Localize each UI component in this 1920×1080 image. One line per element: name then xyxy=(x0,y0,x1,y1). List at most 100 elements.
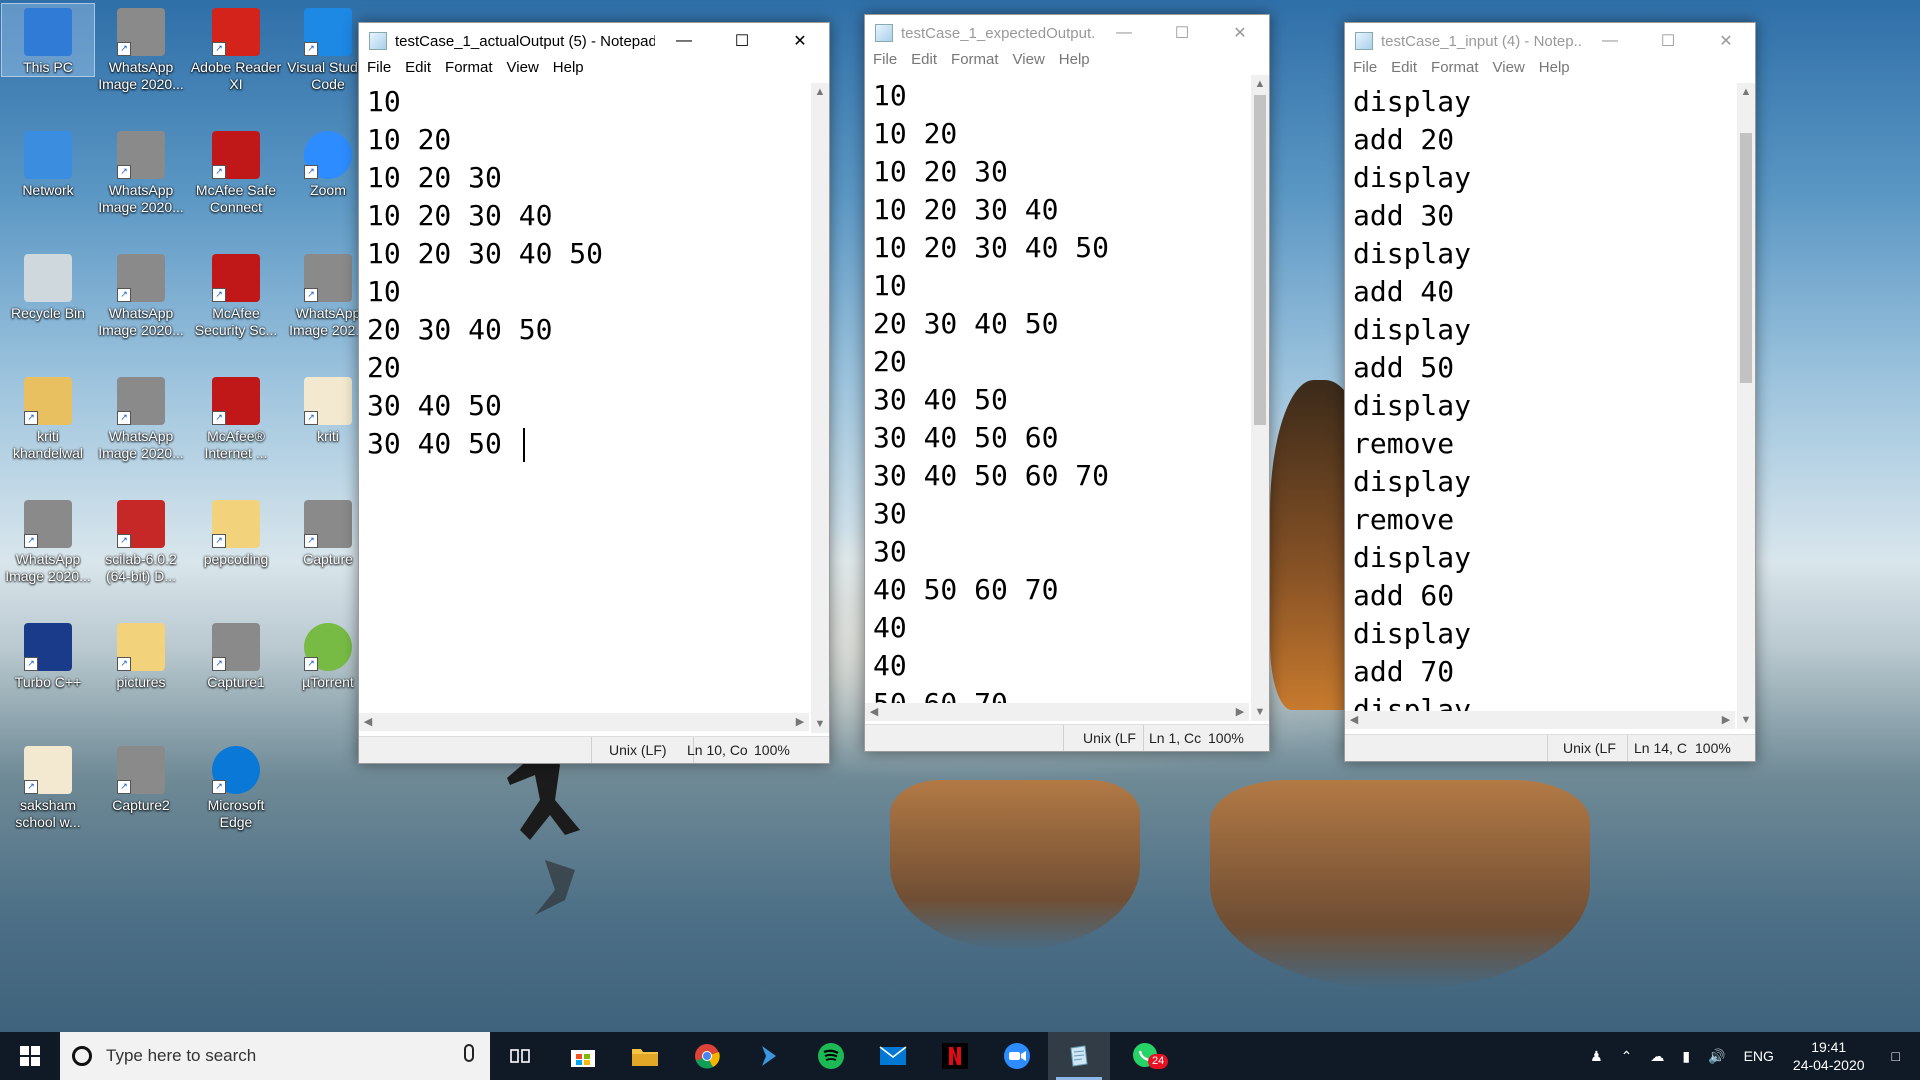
scroll-down-arrow-icon[interactable]: ▼ xyxy=(1251,703,1269,721)
desktop-icon[interactable]: ↗ scilab-6.0.2 (64-bit) D... xyxy=(95,496,187,585)
desktop-icon-label: This PC xyxy=(23,59,73,75)
close-button[interactable]: ✕ xyxy=(771,23,829,59)
horizontal-scrollbar[interactable]: ◀ ▶ xyxy=(865,703,1249,721)
microsoft-store-icon[interactable] xyxy=(552,1032,614,1080)
horizontal-scrollbar[interactable]: ◀ ▶ xyxy=(359,713,809,731)
minimize-button[interactable]: — xyxy=(655,23,713,59)
menu-file[interactable]: File xyxy=(361,59,399,81)
desktop-icon[interactable]: ↗ WhatsApp Image 2020... xyxy=(95,373,187,462)
action-center-icon[interactable]: □ xyxy=(1892,1048,1900,1064)
menu-edit[interactable]: Edit xyxy=(905,51,945,73)
maximize-button[interactable]: ☐ xyxy=(1639,23,1697,59)
desktop-icon[interactable]: ↗ WhatsApp Image 2020... xyxy=(95,127,187,216)
scroll-up-arrow-icon[interactable]: ▲ xyxy=(811,83,829,101)
horizontal-scrollbar[interactable]: ◀ ▶ xyxy=(1345,711,1735,729)
task-view-icon[interactable] xyxy=(490,1032,552,1080)
notepad-icon[interactable] xyxy=(1048,1032,1110,1080)
vertical-scrollbar[interactable]: ▲ ▼ xyxy=(1251,75,1269,721)
scroll-down-arrow-icon[interactable]: ▼ xyxy=(1737,711,1755,729)
title-bar[interactable]: testCase_1_actualOutput (5) - Notepad — … xyxy=(359,23,829,59)
menu-format[interactable]: Format xyxy=(1425,59,1487,81)
menu-view[interactable]: View xyxy=(1007,51,1053,73)
scrollbar-thumb[interactable] xyxy=(1740,133,1752,383)
taskbar-search-box[interactable]: Type here to search xyxy=(60,1032,490,1080)
text-editor[interactable]: display add 20 display add 30 display add 40 d… xyxy=(1345,83,1735,713)
taskbar: Type here to search 24 ♟ ⌃ ☁ ▮ 🔊 ENG 19:… xyxy=(0,1032,1920,1080)
desktop-icon[interactable]: ↗ McAfee® Internet ... xyxy=(190,373,282,462)
desktop-icon[interactable]: ↗ Capture1 xyxy=(190,619,282,691)
desktop-icon[interactable]: This PC xyxy=(1,3,95,77)
scroll-down-arrow-icon[interactable]: ▼ xyxy=(811,715,829,733)
minimize-button[interactable]: — xyxy=(1095,15,1153,51)
title-bar[interactable]: testCase_1_input (4) - Notep... — ☐ ✕ xyxy=(1345,23,1755,59)
desktop-icon[interactable]: ↗ WhatsApp Image 2020... xyxy=(2,496,94,585)
scrollbar-thumb[interactable] xyxy=(1254,95,1266,425)
menu-view[interactable]: View xyxy=(1487,59,1533,81)
whatsapp-icon[interactable]: 24 xyxy=(1110,1032,1182,1080)
microphone-icon[interactable] xyxy=(464,1044,474,1062)
scroll-left-arrow-icon[interactable]: ◀ xyxy=(865,703,883,721)
minimize-button[interactable]: — xyxy=(1581,23,1639,59)
vertical-scrollbar[interactable]: ▲ ▼ xyxy=(811,83,829,733)
menu-help[interactable]: Help xyxy=(547,59,592,81)
desktop-icon[interactable]: ↗ WhatsApp Image 2020... xyxy=(95,250,187,339)
text-editor[interactable]: 10 10 20 10 20 30 10 20 30 40 10 20 30 40 50… xyxy=(865,77,1249,717)
desktop-icon[interactable]: Recycle Bin xyxy=(2,250,94,322)
vertical-scrollbar[interactable]: ▲ ▼ xyxy=(1737,83,1755,729)
notepad-window-actual-output[interactable]: testCase_1_actualOutput (5) - Notepad — … xyxy=(358,22,830,764)
netflix-icon[interactable] xyxy=(924,1032,986,1080)
notepad-window-expected-output[interactable]: testCase_1_expectedOutput... — ☐ ✕ File … xyxy=(864,14,1270,752)
menu-edit[interactable]: Edit xyxy=(1385,59,1425,81)
scroll-right-arrow-icon[interactable]: ▶ xyxy=(791,713,809,731)
desktop-icon[interactable]: ↗ pepcoding xyxy=(190,496,282,568)
desktop-icon[interactable]: ↗ Turbo C++ xyxy=(2,619,94,691)
scroll-left-arrow-icon[interactable]: ◀ xyxy=(359,713,377,731)
scroll-up-arrow-icon[interactable]: ▲ xyxy=(1251,75,1269,93)
maximize-button[interactable]: ☐ xyxy=(1153,15,1211,51)
menu-format[interactable]: Format xyxy=(945,51,1007,73)
clock[interactable]: 19:41 24-04-2020 xyxy=(1793,1038,1865,1074)
desktop-icon[interactable]: ↗ Capture2 xyxy=(95,742,187,814)
onedrive-cloud-icon[interactable]: ☁ xyxy=(1650,1048,1664,1065)
close-button[interactable]: ✕ xyxy=(1697,23,1755,59)
desktop-icon[interactable]: ↗ Adobe Reader XI xyxy=(190,4,282,93)
chevron-up-icon[interactable]: ⌃ xyxy=(1621,1048,1633,1065)
battery-icon[interactable]: ▮ xyxy=(1682,1048,1690,1065)
scroll-right-arrow-icon[interactable]: ▶ xyxy=(1717,711,1735,729)
text-line: 20 xyxy=(873,345,907,378)
desktop-icon[interactable]: Network xyxy=(2,127,94,199)
maximize-button[interactable]: ☐ xyxy=(713,23,771,59)
start-button[interactable] xyxy=(0,1032,60,1080)
language-indicator[interactable]: ENG xyxy=(1744,1048,1774,1064)
scroll-up-arrow-icon[interactable]: ▲ xyxy=(1737,83,1755,101)
desktop-icon[interactable]: ↗ saksham school w... xyxy=(2,742,94,831)
menu-help[interactable]: Help xyxy=(1533,59,1578,81)
menu-edit[interactable]: Edit xyxy=(399,59,439,81)
desktop-icon[interactable]: ↗ McAfee Safe Connect xyxy=(190,127,282,216)
title-bar[interactable]: testCase_1_expectedOutput... — ☐ ✕ xyxy=(865,15,1269,51)
menu-file[interactable]: File xyxy=(1347,59,1385,81)
menu-format[interactable]: Format xyxy=(439,59,501,81)
menu-file[interactable]: File xyxy=(867,51,905,73)
people-icon[interactable]: ♟ xyxy=(1590,1048,1603,1065)
scroll-right-arrow-icon[interactable]: ▶ xyxy=(1231,703,1249,721)
visual-studio-icon[interactable] xyxy=(738,1032,800,1080)
scroll-left-arrow-icon[interactable]: ◀ xyxy=(1345,711,1363,729)
spotify-icon[interactable] xyxy=(800,1032,862,1080)
file-explorer-icon[interactable] xyxy=(614,1032,676,1080)
mail-icon[interactable] xyxy=(862,1032,924,1080)
desktop-icon[interactable]: ↗ WhatsApp Image 2020... xyxy=(95,4,187,93)
text-line: 10 20 30 40 50 xyxy=(873,231,1110,264)
volume-icon[interactable]: 🔊 xyxy=(1708,1048,1725,1065)
desktop-icon[interactable]: ↗ McAfee Security Sc... xyxy=(190,250,282,339)
desktop-icon[interactable]: ↗ kriti khandelwal xyxy=(2,373,94,462)
menu-help[interactable]: Help xyxy=(1053,51,1098,73)
notepad-window-input[interactable]: testCase_1_input (4) - Notep... — ☐ ✕ Fi… xyxy=(1344,22,1756,762)
chrome-icon[interactable] xyxy=(676,1032,738,1080)
zoom-icon[interactable] xyxy=(986,1032,1048,1080)
desktop-icon[interactable]: ↗ Microsoft Edge xyxy=(190,742,282,831)
menu-view[interactable]: View xyxy=(501,59,547,81)
desktop-icon[interactable]: ↗ pictures xyxy=(95,619,187,691)
text-editor[interactable]: 10 10 20 10 20 30 10 20 30 40 10 20 30 40 50… xyxy=(359,83,809,713)
close-button[interactable]: ✕ xyxy=(1211,15,1269,51)
